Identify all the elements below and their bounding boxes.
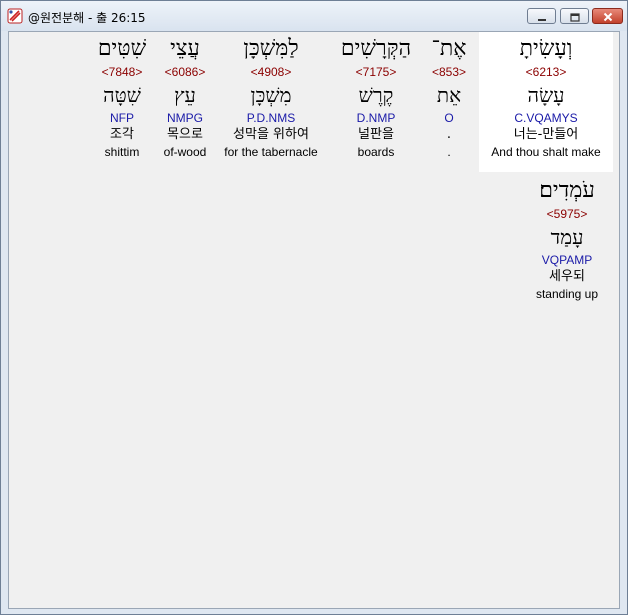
close-icon	[603, 7, 613, 26]
strong-number[interactable]: <6213>	[479, 64, 613, 80]
word-column[interactable]: שִׁטִּים <7848> שִׁטָּה NFP 조각 shittim	[93, 34, 151, 160]
minimize-icon	[537, 7, 547, 26]
word-column[interactable]: אֶת־ <853> אֵת O . .	[424, 34, 474, 160]
morphology-code[interactable]: O	[424, 110, 474, 126]
morphology-code[interactable]: P.D.NMS	[216, 110, 326, 126]
maximize-icon	[569, 7, 580, 26]
title-bar[interactable]: @원전분해 - 출 26:15	[1, 1, 627, 31]
minimize-button[interactable]	[527, 8, 556, 24]
korean-gloss: 조각	[110, 127, 134, 142]
app-icon	[7, 8, 23, 24]
english-gloss: .	[447, 145, 451, 159]
lemma: עֵץ	[174, 83, 196, 107]
maximize-button[interactable]	[560, 8, 589, 24]
lemma: מִשְׁכָּן	[250, 83, 292, 107]
word-column[interactable]: הַקְּרָשִׁים <7175> קֶרֶשׁ D.NMP 널판을 boa…	[329, 34, 423, 160]
window-title: @원전분해 - 출 26:15	[28, 11, 146, 25]
korean-gloss: 성막을 위하여	[233, 127, 309, 142]
korean-gloss: 세우되	[549, 269, 585, 284]
english-gloss: for the tabernacle	[224, 145, 318, 159]
hebrew-word: וְעָשִׂיתָ	[519, 36, 573, 61]
strong-number[interactable]: <5975>	[517, 206, 617, 222]
morphology-code[interactable]: NFP	[93, 110, 151, 126]
morphology-code[interactable]: C.VQAMYS	[479, 110, 613, 126]
lemma: עָשָׂה	[527, 83, 565, 107]
korean-gloss: .	[446, 127, 452, 142]
word-column[interactable]: וְעָשִׂיתָ <6213> עָשָׂה C.VQAMYS 너는-만들어…	[479, 34, 613, 160]
korean-gloss: 너는-만들어	[513, 127, 579, 142]
hebrew-word: עֲצֵי	[170, 36, 200, 61]
lemma: אֵת	[436, 83, 462, 107]
english-gloss: standing up	[535, 287, 599, 301]
hebrew-word: לַמִּשְׁכָּן	[243, 36, 299, 61]
english-gloss: boards	[357, 145, 395, 159]
close-button[interactable]	[592, 8, 623, 24]
lemma: עָמַד	[550, 225, 584, 249]
hebrew-word: עֹמְדִים׃	[539, 178, 595, 203]
english-gloss: of-wood	[163, 145, 207, 159]
hebrew-word: שִׁטִּים	[97, 36, 147, 61]
strong-number[interactable]: <7175>	[329, 64, 423, 80]
morphology-code[interactable]: VQPAMP	[517, 252, 617, 268]
strong-number[interactable]: <853>	[424, 64, 474, 80]
strong-number[interactable]: <7848>	[93, 64, 151, 80]
strong-number[interactable]: <4908>	[216, 64, 326, 80]
word-column[interactable]: עֲצֵי <6086> עֵץ NMPG 목으로 of-wood	[157, 34, 213, 160]
analysis-pane: וְעָשִׂיתָ <6213> עָשָׂה C.VQAMYS 너는-만들어…	[8, 31, 620, 609]
app-window: @원전분해 - 출 26:15 וְעָשִׂיתָ <6213> עָשָׂה…	[0, 0, 628, 615]
hebrew-word: הַקְּרָשִׁים	[340, 36, 412, 61]
word-column[interactable]: עֹמְדִים׃ <5975> עָמַד VQPAMP 세우되 standi…	[517, 176, 617, 302]
lemma: קֶרֶשׁ	[358, 83, 394, 107]
korean-gloss: 널판을	[358, 127, 394, 142]
english-gloss: And thou shalt make	[491, 145, 601, 159]
lemma: שִׁטָּה	[103, 83, 141, 107]
hebrew-word: אֶת־	[431, 36, 467, 61]
strong-number[interactable]: <6086>	[157, 64, 213, 80]
korean-gloss: 목으로	[167, 127, 203, 142]
english-gloss: shittim	[104, 145, 140, 159]
morphology-code[interactable]: NMPG	[157, 110, 213, 126]
word-column[interactable]: לַמִּשְׁכָּן <4908> מִשְׁכָּן P.D.NMS 성막…	[216, 34, 326, 160]
morphology-code[interactable]: D.NMP	[329, 110, 423, 126]
